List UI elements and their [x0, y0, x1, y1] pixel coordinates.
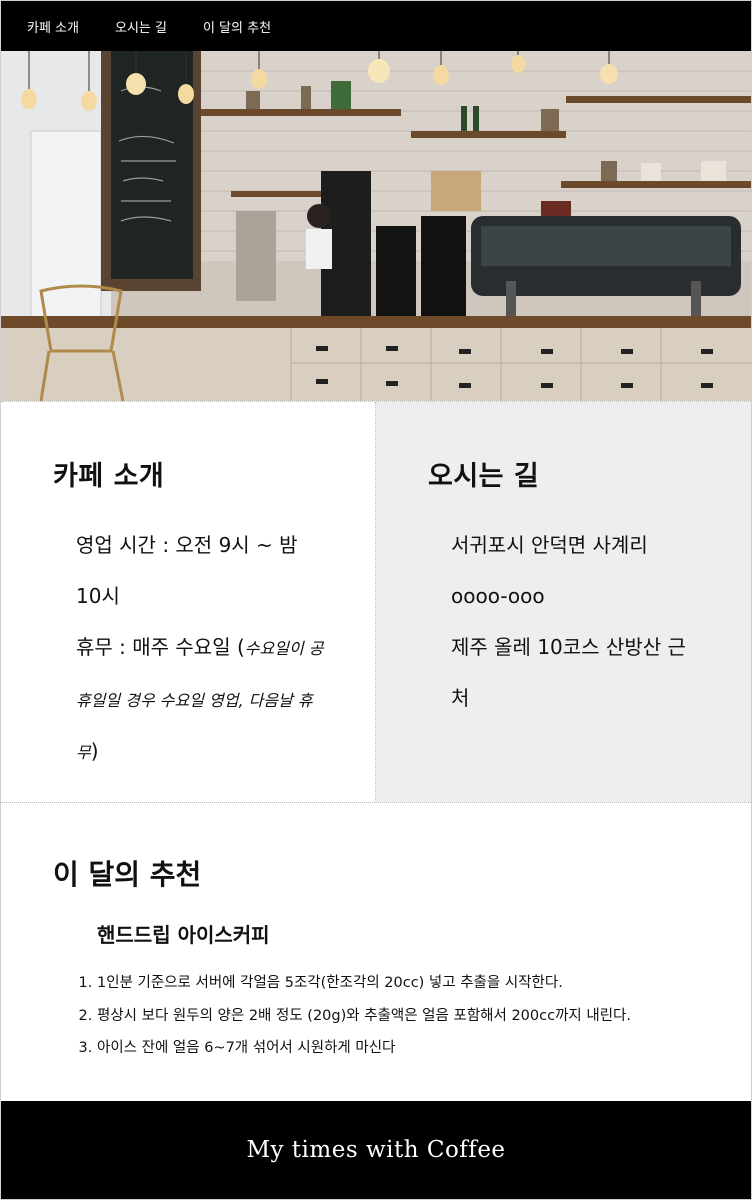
nav-item-recommend[interactable]: 이 달의 추천 — [203, 17, 271, 36]
list-item: 1인분 기준으로 서버에 각얼음 5조각(한조각의 20cc) 넣고 추출을 시… — [97, 967, 751, 1000]
nav-item-directions[interactable]: 오시는 길 — [115, 17, 167, 36]
page: 카페 소개 오시는 길 이 달의 추천 카페 소개 영업 시간: 오전 9시 … — [0, 0, 752, 1200]
list-item: 평상시 보다 원두의 양은 2배 정도 (20g)와 추출액은 얼음 포함해서 … — [97, 1000, 751, 1033]
hero-image — [1, 51, 751, 401]
landmark: 제주 올레 10코스 산방산 근처 — [451, 635, 686, 710]
recommend-section: 이 달의 추천 핸드드립 아이스커피 1인분 기준으로 서버에 각얼음 5조각(… — [1, 801, 751, 1101]
recommend-title: 이 달의 추천 — [53, 858, 202, 891]
footer: My times with Coffee — [1, 1101, 751, 1199]
directions-body: 서귀포시 안덕면 사계리 oooo-ooo 제주 올레 10코스 산방산 근처 — [451, 520, 701, 724]
directions-title: 오시는 길 — [428, 461, 540, 492]
about-title: 카페 소개 — [53, 461, 165, 492]
business-hours: 영업 시간 : 오전 9시 ~ 밤 10시 — [76, 533, 298, 608]
nav-item-about[interactable]: 카페 소개 — [27, 17, 79, 36]
info-section: 카페 소개 영업 시간 : 오전 9시 ~ 밤 10시 휴무 : 매주 수요일 … — [1, 401, 751, 803]
about-body: 영업 시간 : 오전 9시 ~ 밤 10시 휴무 : 매주 수요일 (수요일이 … — [76, 520, 326, 778]
directions-panel: 오시는 길 서귀포시 안덕면 사계리 oooo-ooo 제주 올레 10코스 산… — [376, 402, 751, 802]
cafe-interior-photo — [1, 51, 751, 401]
holiday-info: 휴무 : 매주 수요일 ( — [76, 635, 245, 659]
recipe-steps: 1인분 기준으로 서버에 각얼음 5조각(한조각의 20cc) 넣고 추출을 시… — [57, 967, 751, 1065]
holiday-close-paren: ) — [90, 739, 99, 763]
footer-text: My times with Coffee — [246, 1137, 506, 1163]
menu-name: 핸드드립 아이스커피 — [97, 923, 270, 947]
list-item: 아이스 잔에 얼음 6~7개 섞어서 시원하게 마신다 — [97, 1032, 751, 1065]
address: 서귀포시 안덕면 사계리 oooo-ooo — [451, 533, 648, 608]
about-panel: 카페 소개 영업 시간 : 오전 9시 ~ 밤 10시 휴무 : 매주 수요일 … — [1, 402, 376, 802]
top-nav: 카페 소개 오시는 길 이 달의 추천 — [1, 1, 751, 51]
